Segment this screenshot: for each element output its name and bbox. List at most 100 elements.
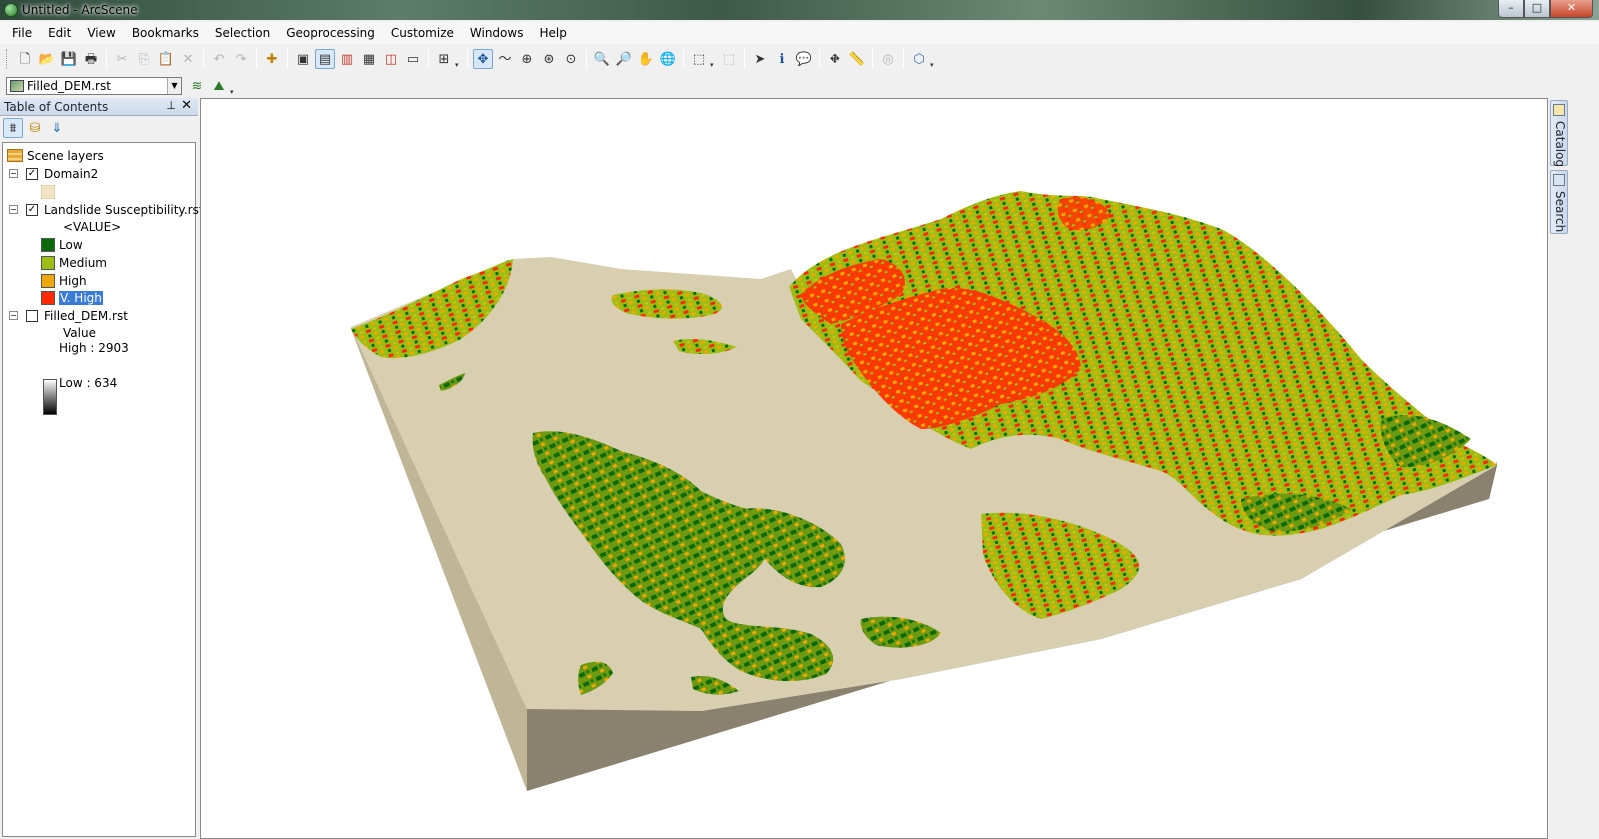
animation-icon[interactable]: ◎ [878, 49, 898, 69]
layer-dropdown[interactable]: Filled_DEM.rst ▼ [6, 77, 182, 95]
minimize-button[interactable]: – [1498, 0, 1524, 18]
domain2-swatch [41, 184, 55, 199]
layer-domain2[interactable]: − ✓ Domain2 [9, 165, 98, 182]
menu-view[interactable]: View [79, 22, 123, 44]
layer-name: Filled_DEM.rst [44, 308, 128, 323]
select-dropdown-chevron-icon[interactable]: ▾ [710, 49, 718, 69]
python-window-icon[interactable]: ▭ [403, 49, 423, 69]
add-data-icon[interactable]: ✚ [262, 49, 282, 69]
zoom-out-icon[interactable]: 🔎 [614, 49, 634, 69]
legend-class-low[interactable]: Low [41, 236, 83, 253]
scene-properties-icon[interactable]: ▣ [293, 49, 313, 69]
search-tab[interactable]: Search [1550, 170, 1568, 234]
domain2-symbol[interactable] [41, 183, 59, 200]
search-window-icon[interactable]: ◫ [381, 49, 401, 69]
select-features-icon[interactable]: ⬚ [689, 49, 709, 69]
set-observer-icon[interactable]: ⊙ [561, 49, 581, 69]
toc-tree: Scene layers − ✓ Domain2 − ✓ Landslide S… [2, 142, 204, 837]
undo-icon[interactable]: ↶ [209, 49, 229, 69]
steepest-path-icon[interactable]: ⛰ [209, 76, 229, 96]
clear-selection-icon[interactable]: ⬚ [719, 49, 739, 69]
class-label: Low [59, 237, 83, 252]
catalog-window-icon[interactable]: ▦ [359, 49, 379, 69]
save-icon[interactable]: 💾 [59, 49, 79, 69]
menu-edit[interactable]: Edit [40, 22, 79, 44]
select-elements-icon[interactable]: ➤ [750, 49, 770, 69]
toolbar-end-chevron-icon[interactable]: ▾ [930, 49, 938, 69]
collapse-icon[interactable]: − [9, 311, 18, 320]
layer-visibility-checkbox[interactable] [26, 309, 38, 322]
menu-bar: File Edit View Bookmarks Selection Geopr… [0, 22, 1599, 44]
arctoolbox-icon[interactable]: ▥ [337, 49, 357, 69]
find-icon[interactable]: ⛖ [825, 49, 845, 69]
layer-visibility-checkbox[interactable]: ✓ [26, 203, 38, 216]
window-controls: – □ ✕ [1498, 0, 1593, 18]
close-icon[interactable]: ✕ [181, 98, 192, 113]
fly-icon[interactable]: 〜 [495, 49, 515, 69]
menu-file[interactable]: File [4, 22, 40, 44]
pan-icon[interactable]: ✋ [636, 49, 656, 69]
toc-header: Table of Contents ⊥ ✕ [0, 98, 198, 116]
toolbar-overflow-chevron-icon[interactable]: ▾ [230, 76, 238, 96]
contour-icon[interactable]: ≋ [187, 76, 207, 96]
table-of-contents-panel: Table of Contents ⊥ ✕ ⩩ ⛁ ⇓ Scene layers… [0, 98, 204, 839]
layer-landslide-susceptibility[interactable]: − ✓ Landslide Susceptibility.rst [9, 201, 204, 218]
collapse-icon[interactable]: − [9, 205, 18, 214]
center-on-target-icon[interactable]: ⊕ [517, 49, 537, 69]
full-extent-icon[interactable]: 🌐 [658, 49, 678, 69]
title-bar: Untitled - ArcScene – □ ✕ [0, 0, 1599, 20]
menu-windows[interactable]: Windows [462, 22, 532, 44]
menu-selection[interactable]: Selection [207, 22, 278, 44]
model-builder-icon[interactable]: ⊞ [434, 49, 454, 69]
layer-toolbar: Filled_DEM.rst ▼ ≋ ⛰ ▾ [6, 72, 238, 100]
copy-icon[interactable]: ⎘ [134, 49, 154, 69]
layer-name: Domain2 [44, 166, 99, 181]
list-by-source-icon[interactable]: ⛁ [25, 118, 45, 138]
open-folder-icon[interactable]: 📂 [37, 49, 57, 69]
layer-filled-dem[interactable]: − Filled_DEM.rst [9, 307, 128, 324]
list-by-drawing-order-icon[interactable]: ⩩ [3, 118, 23, 138]
layer-dropdown-value: Filled_DEM.rst [27, 79, 111, 93]
menu-customize[interactable]: Customize [383, 22, 462, 44]
toolbar-grip[interactable] [6, 49, 10, 69]
legend-class-high[interactable]: High [41, 272, 87, 289]
print-icon[interactable]: 🖶 [81, 49, 101, 69]
identify-icon[interactable]: ℹ [772, 49, 792, 69]
catalog-tab-label: Catalog [1553, 121, 1567, 168]
close-button[interactable]: ✕ [1550, 0, 1593, 18]
zoom-to-target-icon[interactable]: ⊛ [539, 49, 559, 69]
paste-icon[interactable]: 📋 [156, 49, 176, 69]
terrain-render[interactable] [201, 99, 1548, 839]
toc-tools: ⩩ ⛁ ⇓ [2, 118, 68, 140]
cut-icon[interactable]: ✂ [112, 49, 132, 69]
menu-bookmarks[interactable]: Bookmarks [124, 22, 207, 44]
standard-toolbar: 🗋 📂 💾 🖶 ✂ ⎘ 📋 ✕ ↶ ↷ ✚ ▣ ▤ ▥ ▦ ◫ ▭ ⊞ ▾ ✥ … [6, 45, 938, 73]
class-label[interactable]: V. High [58, 289, 104, 306]
legend-class-very-high[interactable]: V. High [41, 289, 104, 306]
delete-icon[interactable]: ✕ [178, 49, 198, 69]
collapse-icon[interactable]: − [9, 169, 18, 178]
new-document-icon[interactable]: 🗋 [15, 49, 35, 69]
menu-geoprocessing[interactable]: Geoprocessing [278, 22, 383, 44]
toolbar-overflow-chevron-icon[interactable]: ▾ [455, 49, 463, 69]
layer-name: Landslide Susceptibility.rst [44, 202, 204, 217]
maximize-button[interactable]: □ [1524, 0, 1550, 18]
chevron-down-icon[interactable]: ▼ [167, 78, 181, 94]
zoom-in-icon[interactable]: 🔍 [592, 49, 612, 69]
catalog-tab[interactable]: Catalog [1550, 100, 1568, 168]
list-by-visibility-icon[interactable]: ⇓ [47, 118, 67, 138]
medium-swatch [41, 255, 55, 270]
legend-class-medium[interactable]: Medium [41, 254, 107, 271]
navigate-icon[interactable]: ✥ [473, 49, 493, 69]
3d-effects-icon[interactable]: ⬡ [909, 49, 929, 69]
scene-view[interactable] [200, 98, 1548, 839]
redo-icon[interactable]: ↷ [231, 49, 251, 69]
layer-visibility-checkbox[interactable]: ✓ [26, 167, 38, 180]
table-of-contents-icon[interactable]: ▤ [315, 49, 335, 69]
elevation-color-ramp[interactable] [43, 379, 57, 415]
menu-help[interactable]: Help [531, 22, 574, 44]
html-popup-icon[interactable]: 💬 [794, 49, 814, 69]
pin-icon[interactable]: ⊥ [166, 99, 176, 112]
scene-layers-node[interactable]: Scene layers [7, 147, 104, 164]
measure-icon[interactable]: 📏 [847, 49, 867, 69]
